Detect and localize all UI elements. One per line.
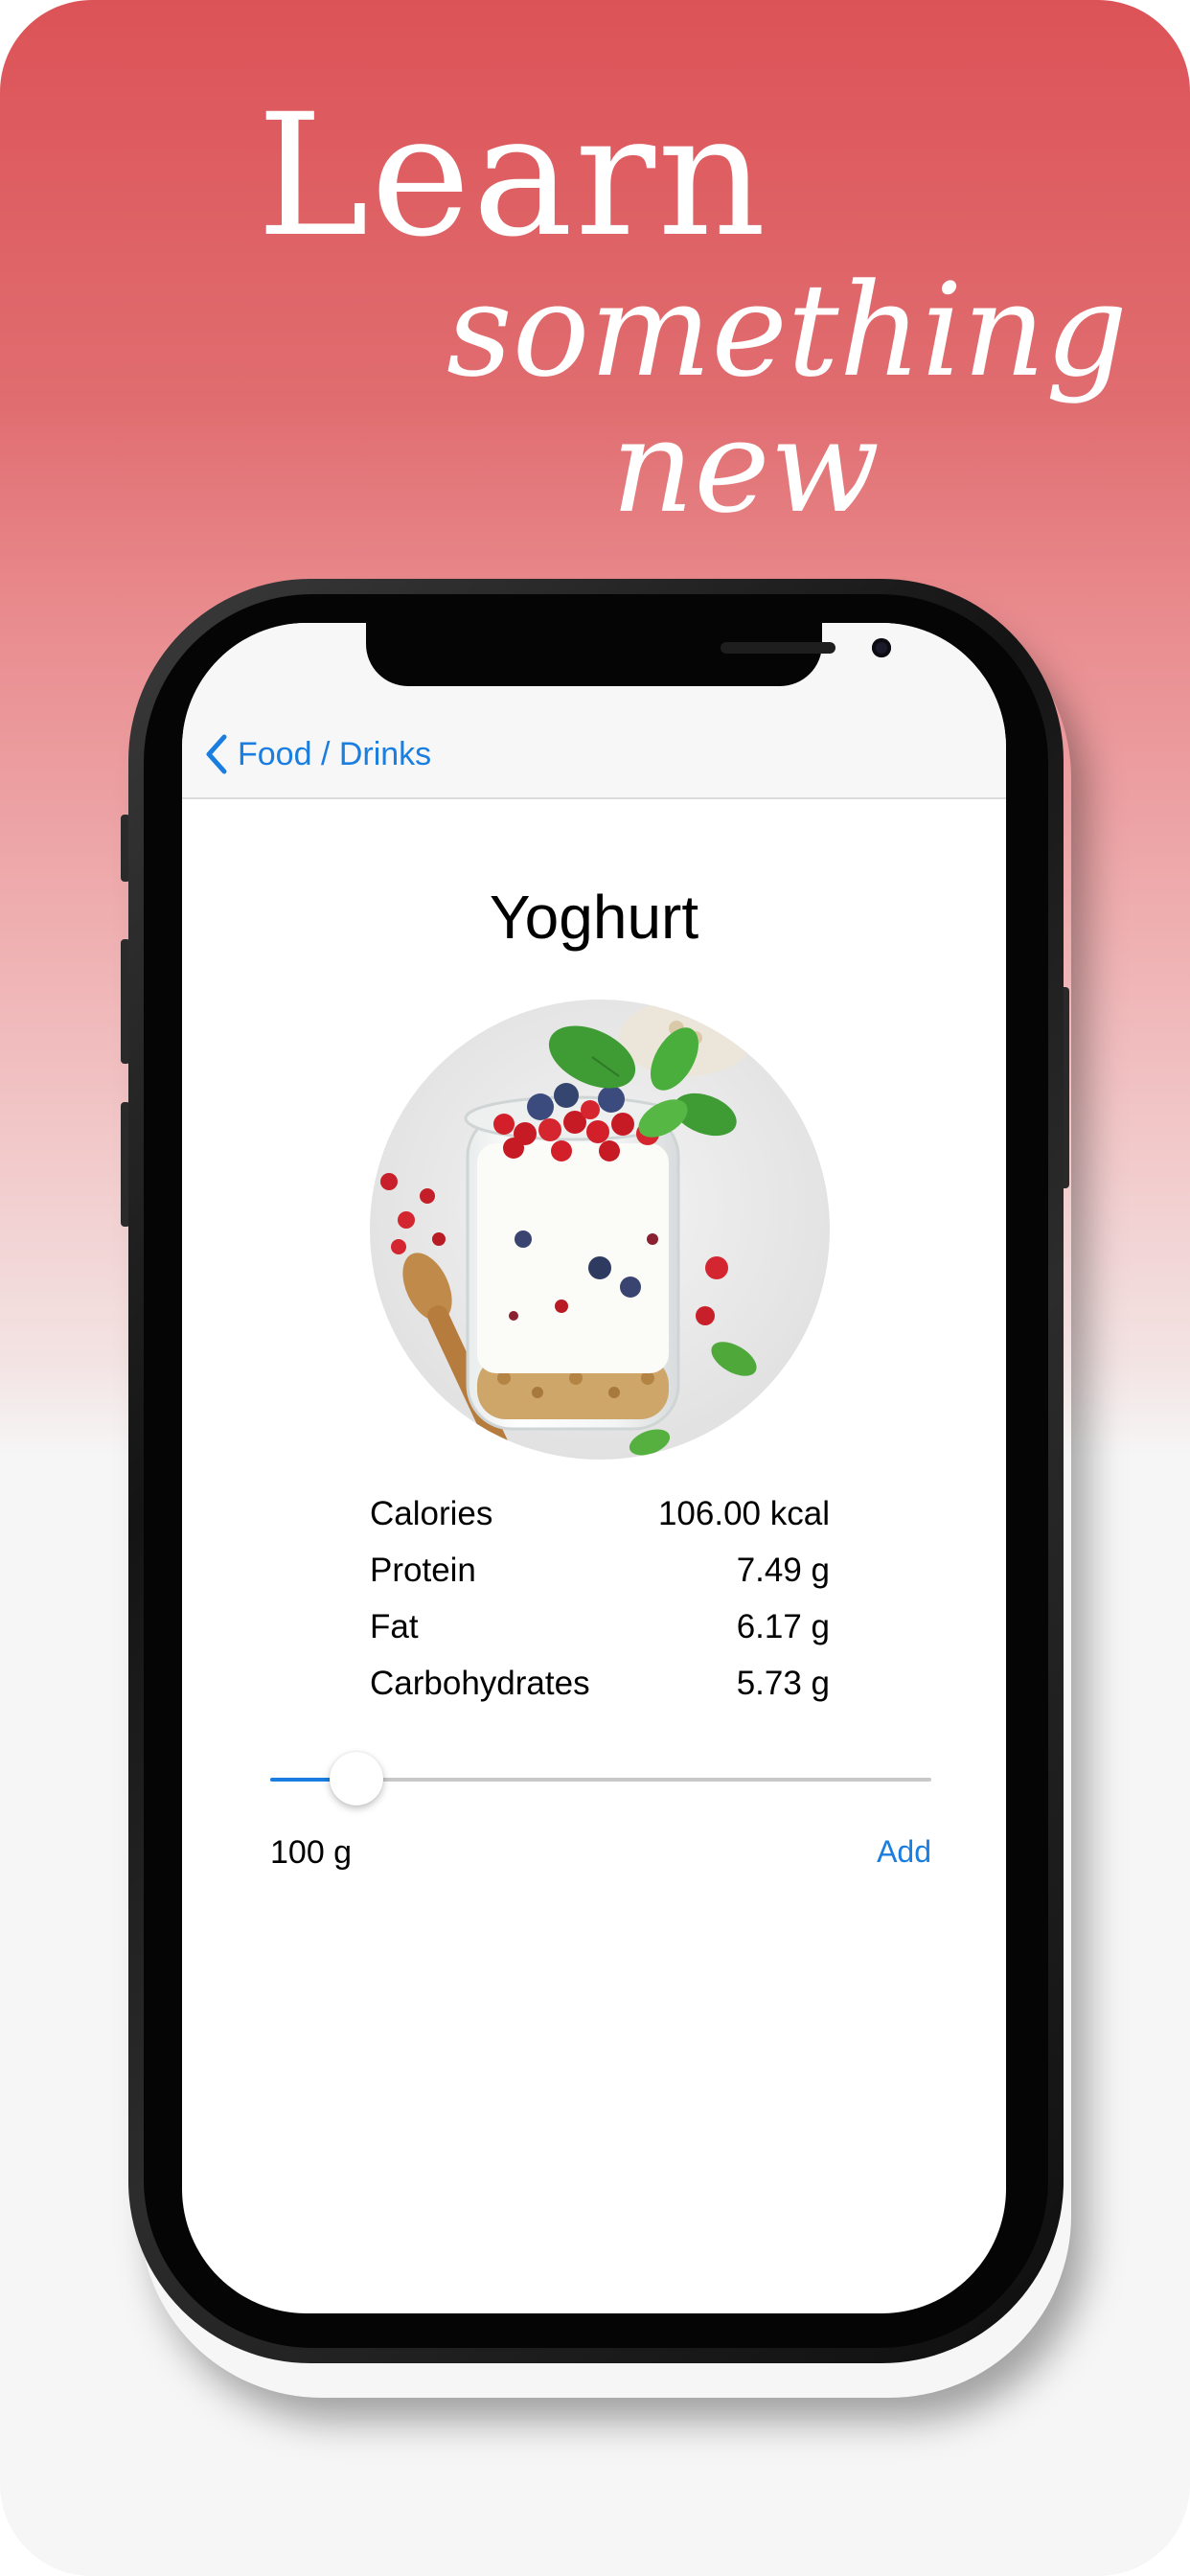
food-image (370, 1000, 830, 1460)
back-button[interactable]: Food / Drinks (203, 730, 431, 778)
nutrient-label: Carbohydrates (370, 1665, 590, 1702)
food-title: Yoghurt (489, 883, 699, 952)
slider-thumb[interactable] (329, 1752, 383, 1806)
nutrient-list: Calories 106.00 kcal Protein 7.49 g Fat … (370, 1485, 830, 1712)
app-store-screenshot: Learn something new Food / Drinks Yoghur… (0, 0, 1190, 2576)
app-screen: Food / Drinks Yoghurt Calories 106.00 kc… (182, 623, 1006, 2313)
nutrient-row-protein: Protein 7.49 g (370, 1542, 830, 1598)
front-camera (872, 638, 891, 657)
add-button[interactable]: Add (877, 1834, 931, 1870)
headline-something: something (446, 256, 1128, 405)
portion-amount: 100 g (270, 1834, 353, 1871)
chevron-left-icon (206, 734, 227, 774)
speaker-grille (721, 642, 835, 654)
nutrient-label: Calories (370, 1495, 493, 1532)
nutrient-row-fat: Fat 6.17 g (370, 1598, 830, 1655)
device-notch (366, 623, 891, 686)
nutrient-value: 7.49 g (736, 1552, 830, 1589)
nutrient-row-calories: Calories 106.00 kcal (370, 1485, 830, 1542)
headline-new: new (611, 392, 881, 541)
nutrient-row-carbohydrates: Carbohydrates 5.73 g (370, 1655, 830, 1712)
nutrient-value: 5.73 g (736, 1665, 830, 1702)
back-button-label: Food / Drinks (238, 735, 432, 772)
nutrient-label: Protein (370, 1552, 476, 1589)
headline-learn: Learn (257, 78, 768, 274)
yoghurt-illustration (370, 1000, 830, 1460)
nutrient-label: Fat (370, 1608, 419, 1645)
nutrient-value: 106.00 kcal (657, 1495, 830, 1532)
nutrient-value: 6.17 g (736, 1608, 830, 1645)
portion-slider[interactable] (270, 1752, 931, 1806)
